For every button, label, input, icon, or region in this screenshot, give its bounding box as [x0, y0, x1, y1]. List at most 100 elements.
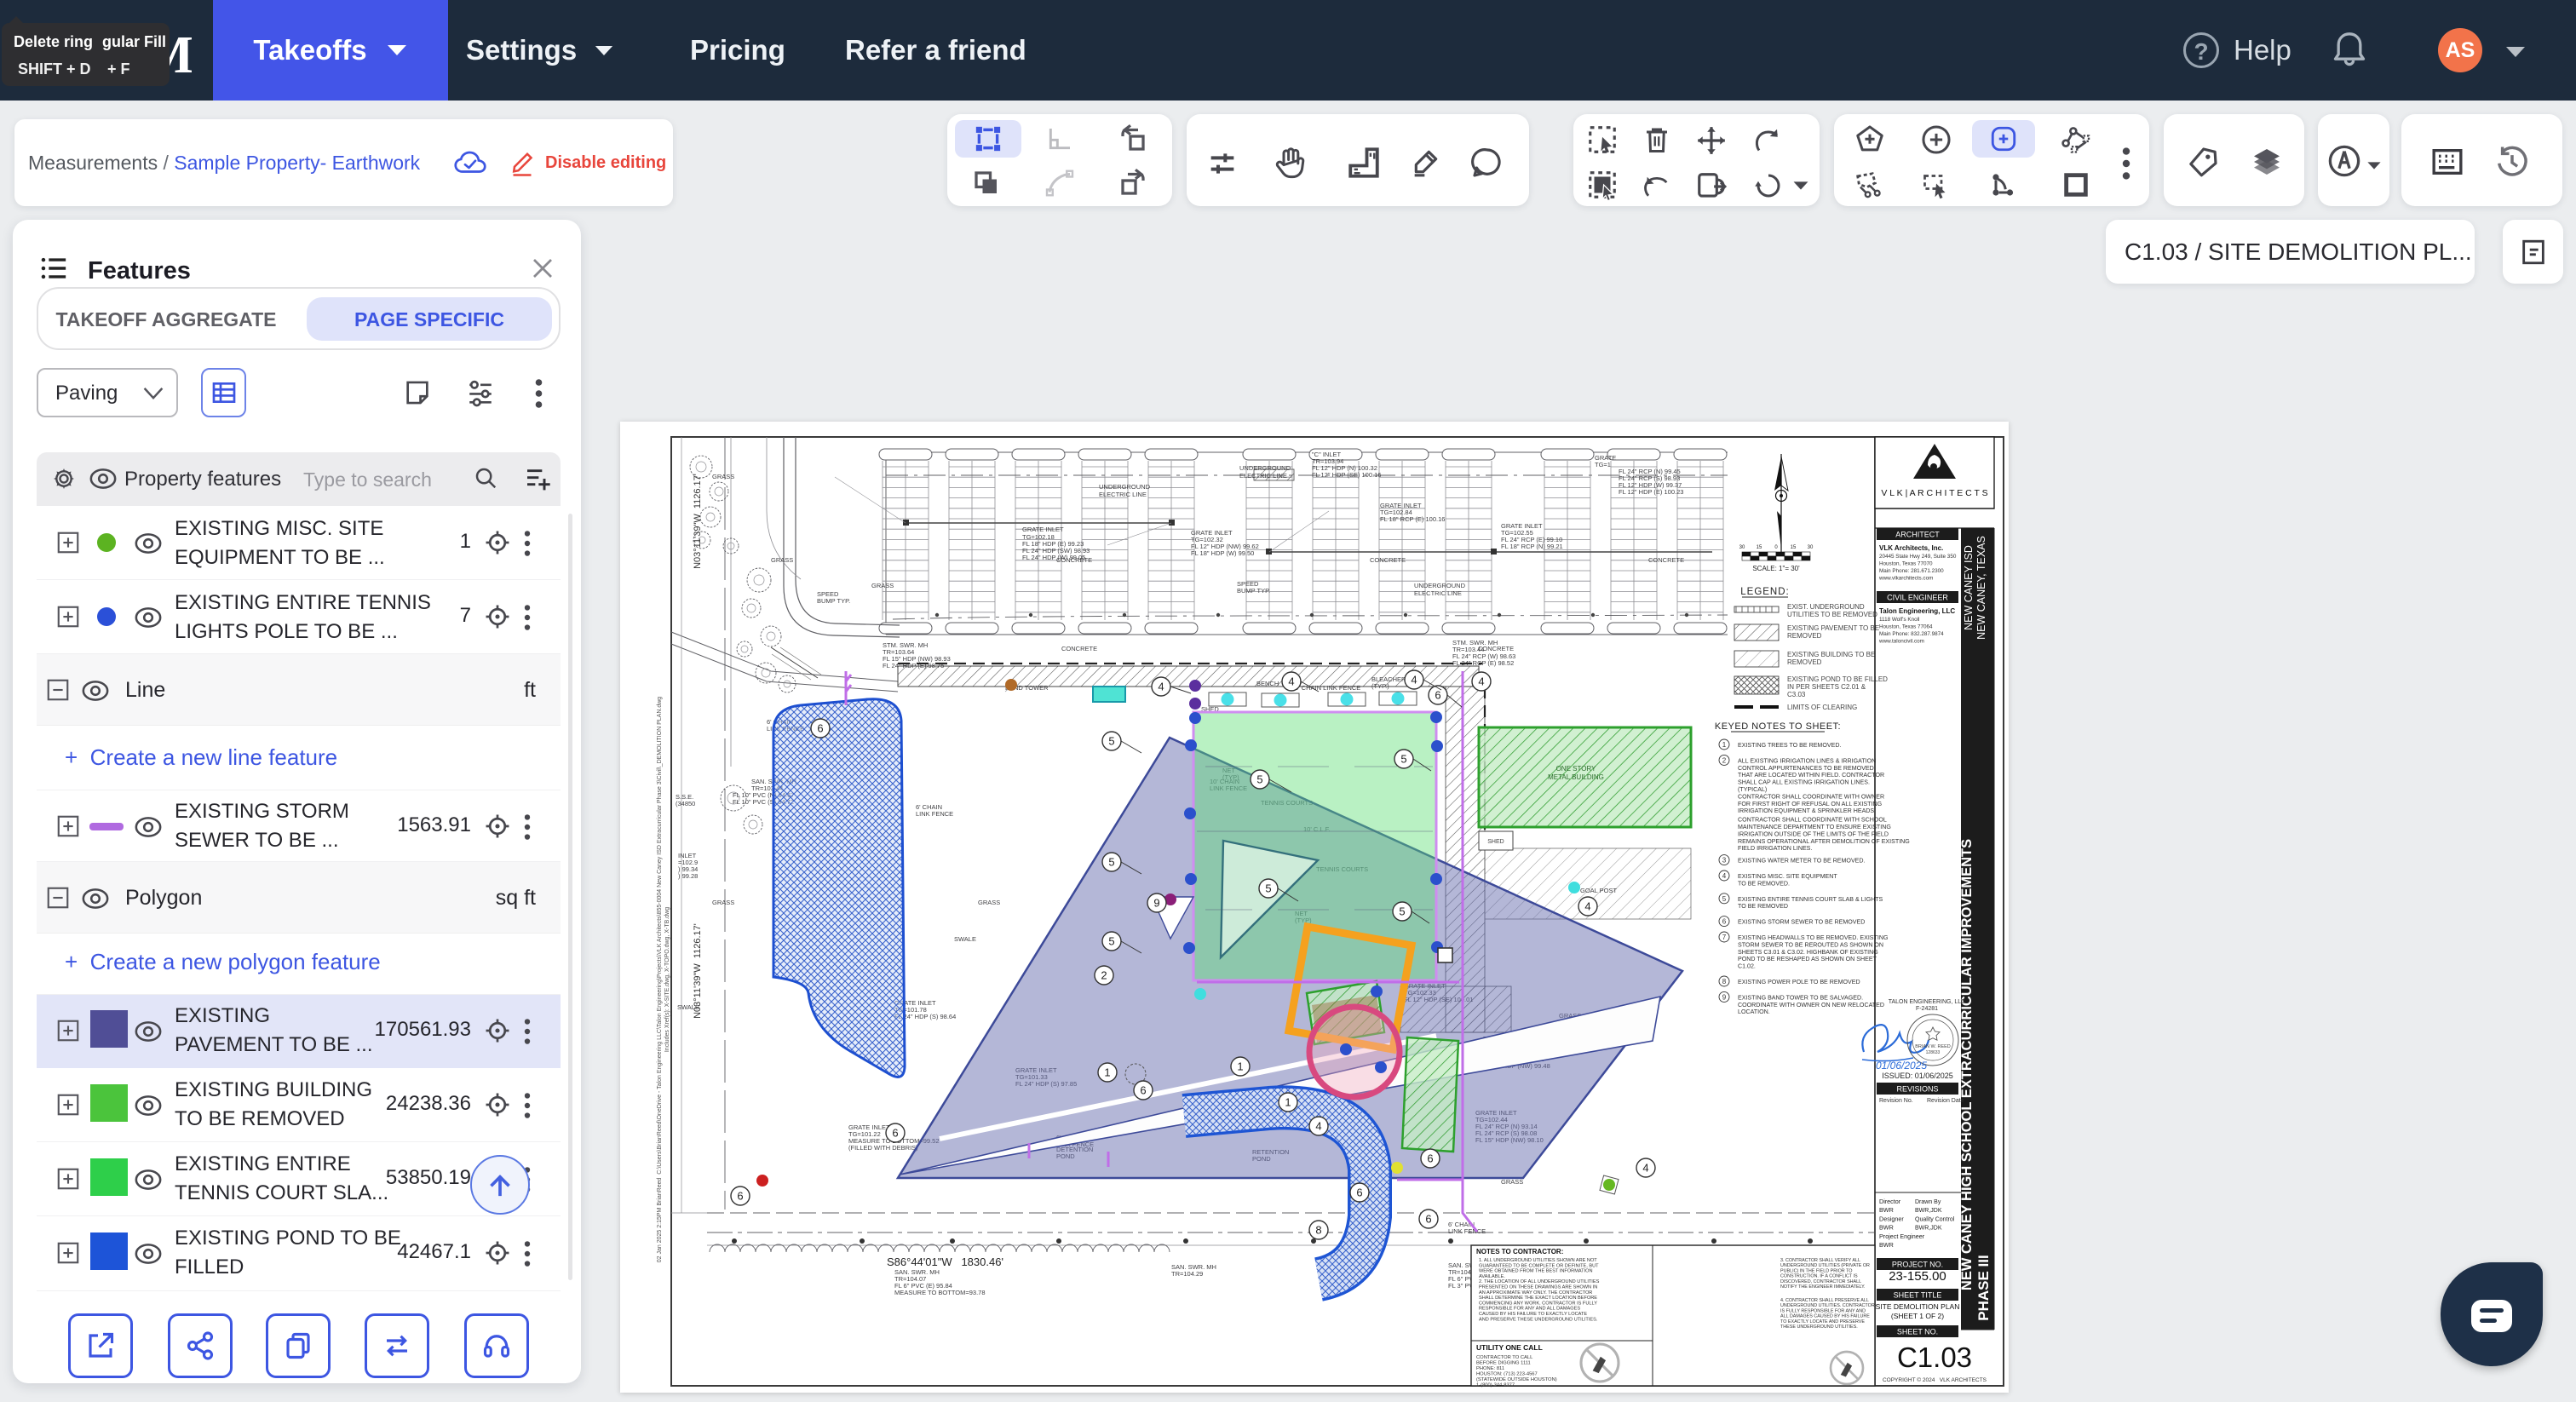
svg-text:AVAILABLE.: AVAILABLE. [1479, 1274, 1505, 1279]
svg-text:23-155.00: 23-155.00 [1889, 1269, 1946, 1284]
svg-text:CONCRETE: CONCRETE [1648, 556, 1684, 564]
svg-text:Director: Director [1879, 1198, 1901, 1205]
svg-text:3. CONTRACTOR SHALL VERIFY A: 3. CONTRACTOR SHALL VERIFY ALL [1780, 1258, 1860, 1263]
svg-text:GRASS: GRASS [771, 556, 793, 564]
svg-text:www.taloncivil.com: www.taloncivil.com [1878, 639, 1924, 645]
svg-text:IRRIGATION EQUIPMENT & SPRINKL: IRRIGATION EQUIPMENT & SPRINKLER HEADS. [1738, 807, 1876, 814]
svg-text:UTILITY ONE CALL: UTILITY ONE CALL [1476, 1343, 1543, 1352]
svg-text:BWR: BWR [1879, 1224, 1894, 1232]
svg-text:PUBLIC) IN THE FIELD PRIOR TO: PUBLIC) IN THE FIELD PRIOR TO [1780, 1268, 1852, 1273]
svg-text:5: 5 [1256, 773, 1262, 786]
svg-text:2: 2 [1101, 969, 1107, 982]
svg-text:ELECTRIC LINE: ELECTRIC LINE [1414, 589, 1462, 597]
svg-text:2. THE LOCATION OF ALL UNDER: 2. THE LOCATION OF ALL UNDERGROUND UTILI… [1479, 1279, 1600, 1284]
svg-text:FL 24" HDP (W) 99.05: FL 24" HDP (W) 99.05 [1022, 554, 1085, 561]
svg-text:SHALL DETERMINE THE EXACT LOCA: SHALL DETERMINE THE EXACT LOCATION BEFOR… [1479, 1296, 1597, 1301]
svg-text:6: 6 [1722, 918, 1727, 926]
svg-text:FL 18" RCP (N) 99.21: FL 18" RCP (N) 99.21 [1501, 543, 1563, 550]
svg-text:30: 30 [1808, 545, 1814, 550]
svg-text:5: 5 [1400, 753, 1406, 766]
svg-text:KEYED NOTES TO SHEET:: KEYED NOTES TO SHEET: [1715, 721, 1841, 732]
svg-text:4. CONTRACTOR SHALL PRESERVE: 4. CONTRACTOR SHALL PRESERVE ALL [1780, 1298, 1869, 1303]
svg-text:1: 1 [1722, 741, 1727, 749]
svg-text:EXISTING WATER METER TO BE REM: EXISTING WATER METER TO BE REMOVED. [1738, 858, 1866, 865]
svg-text:BWR,JDK: BWR,JDK [1915, 1208, 1942, 1214]
svg-text:6: 6 [817, 722, 823, 735]
svg-text:) 99.28: ) 99.28 [678, 872, 698, 880]
svg-text:METAL BUILDING: METAL BUILDING [1548, 773, 1604, 781]
svg-text:SHEET TITLE: SHEET TITLE [1894, 1291, 1942, 1300]
svg-text:Includes Xref(s): X-SITE.dwg,: Includes Xref(s): X-SITE.dwg, X-TOPO.dwg… [664, 907, 670, 1052]
svg-text:FIELD IRRIGATION LINES.: FIELD IRRIGATION LINES. [1738, 845, 1812, 852]
svg-text:EXISTING BAND TOWER TO BE SALV: EXISTING BAND TOWER TO BE SALVAGED. [1738, 994, 1863, 1001]
svg-text:REMOVED: REMOVED [1787, 632, 1822, 640]
svg-text:20445 State Hwy 249, Suite 350: 20445 State Hwy 249, Suite 350 [1879, 554, 1957, 560]
svg-text:1-(800)-344-8377: 1-(800)-344-8377 [1476, 1383, 1515, 1388]
svg-text:Revision No.: Revision No. [1879, 1098, 1913, 1104]
svg-text:NOTES TO CONTRACTOR:: NOTES TO CONTRACTOR: [1476, 1248, 1563, 1255]
svg-text:GRASS: GRASS [871, 582, 894, 589]
svg-text:Project Engineer: Project Engineer [1879, 1232, 1925, 1240]
svg-text:N03°11'39"W 1126.17': N03°11'39"W 1126.17' [693, 474, 703, 569]
svg-text:REMAINS OPERATIONAL AFTER DEMO: REMAINS OPERATIONAL AFTER DEMOLITION OF … [1738, 838, 1910, 845]
svg-text:5: 5 [1265, 882, 1271, 895]
svg-text:BUMP TYP.: BUMP TYP. [1237, 587, 1270, 595]
svg-text:4: 4 [1478, 675, 1484, 688]
svg-text:IS FULLY RESPONSIBLE FOR ANY A: IS FULLY RESPONSIBLE FOR ANY AND [1780, 1308, 1866, 1313]
svg-text:ALL DAMAGES CAUSED BY HIS FAIL: ALL DAMAGES CAUSED BY HIS FAILURE [1780, 1314, 1870, 1319]
svg-text:LINK FENCE: LINK FENCE [916, 810, 953, 818]
svg-text:COMMENCING ANY WORK. CONTRACTO: COMMENCING ANY WORK. CONTRACTOR IS FULLY [1479, 1301, 1597, 1306]
svg-text:EXISTING POWER POLE TO BE REMO: EXISTING POWER POLE TO BE REMOVED [1738, 979, 1860, 985]
svg-text:IRRIGATION OUTSIDE OF THE LIMI: IRRIGATION OUTSIDE OF THE LIMITS OF THE … [1738, 830, 1889, 837]
svg-text:TR=104.29: TR=104.29 [1171, 1270, 1203, 1278]
svg-text:BENCH: BENCH [1256, 680, 1279, 687]
svg-text:01/06/2025: 01/06/2025 [1876, 1060, 1927, 1072]
svg-text:BUMP TYP.: BUMP TYP. [817, 597, 850, 605]
svg-text:S86°44'01"W 1830.46': S86°44'01"W 1830.46' [887, 1255, 1003, 1268]
svg-text:Talon Engineering, LLC: Talon Engineering, LLC [1879, 607, 1955, 615]
svg-text:TO BE REMOVED.: TO BE REMOVED. [1738, 880, 1790, 887]
svg-text:GRATE INLET: GRATE INLET [1022, 526, 1064, 533]
svg-text:1: 1 [1285, 1096, 1291, 1109]
svg-text:1118 Wolf's Knoll: 1118 Wolf's Knoll [1879, 617, 1919, 623]
svg-text:UNDERGROUND: UNDERGROUND [1239, 464, 1291, 472]
svg-text:FL 18" HDP (W) 99.50: FL 18" HDP (W) 99.50 [1191, 549, 1254, 557]
svg-text:GRASS: GRASS [712, 899, 734, 906]
svg-text:LIMITS OF CLEARING: LIMITS OF CLEARING [1787, 704, 1857, 711]
svg-text:TALON ENGINEERING, LLC: TALON ENGINEERING, LLC [1889, 999, 1966, 1005]
svg-text:4: 4 [1722, 872, 1727, 880]
svg-text:SHEET NO.: SHEET NO. [1897, 1328, 1938, 1336]
svg-text:UNDERGROUND UTILITIES. CONTRAC: UNDERGROUND UTILITIES. CONTRACTOR [1780, 1303, 1875, 1308]
svg-text:HOUSTON: (713) 223-4567: HOUSTON: (713) 223-4567 [1476, 1372, 1538, 1377]
svg-text:V L K | A R C H I T E C T S: V L K | A R C H I T E C T S [1881, 488, 1987, 498]
svg-text:SHEETS C3.01 & C3.02. HIGHBANK: SHEETS C3.01 & C3.02. HIGHBANK OF EXISTI… [1738, 949, 1878, 956]
svg-text:Quality Control: Quality Control [1915, 1216, 1955, 1222]
svg-text:7: 7 [1722, 934, 1727, 941]
svg-text:CAUSED BY HIS FAILURE TO EXACT: CAUSED BY HIS FAILURE TO EXACTLY LOCATE [1479, 1312, 1587, 1317]
svg-text:FL 24" HDP (E) 98.75: FL 24" HDP (E) 98.75 [883, 662, 944, 669]
svg-text:C3.03: C3.03 [1787, 691, 1806, 698]
svg-text:NOTIFY THE ENGINEER IMMEDIATEL: NOTIFY THE ENGINEER IMMEDIATELY. [1780, 1284, 1866, 1290]
svg-text:Main Phone: 281.671.2300: Main Phone: 281.671.2300 [1879, 568, 1944, 574]
svg-text:SWALE: SWALE [954, 935, 976, 943]
svg-text:ELECTRIC LINE: ELECTRIC LINE [1099, 491, 1147, 498]
svg-text:Houston, Texas 77070: Houston, Texas 77070 [1879, 561, 1933, 567]
svg-text:BEFORE DIGGING 1111: BEFORE DIGGING 1111 [1476, 1361, 1531, 1366]
svg-text:EXISTING BUILDING TO BE: EXISTING BUILDING TO BE [1787, 651, 1875, 658]
svg-text:VLK Architects, Inc.: VLK Architects, Inc. [1879, 544, 1943, 552]
svg-text:TO BE REMOVED: TO BE REMOVED [1738, 903, 1788, 910]
svg-text:UNDERGROUND UTILITIES (PRIVATE: UNDERGROUND UTILITIES (PRIVATE OR [1780, 1263, 1870, 1268]
svg-text:UTILITIES TO BE REMOVED: UTILITIES TO BE REMOVED [1787, 611, 1877, 618]
svg-text:GUARANTEED TO BE COMPLETE OR D: GUARANTEED TO BE COMPLETE OR DEFINITE, B… [1479, 1263, 1599, 1268]
svg-text:F-24281: F-24281 [1916, 1006, 1938, 1012]
svg-text:IN PER SHEETS C2.01 &: IN PER SHEETS C2.01 & [1787, 683, 1866, 691]
svg-text:6: 6 [892, 1127, 898, 1140]
svg-text:Revision Date: Revision Date [1927, 1098, 1964, 1104]
svg-text:15: 15 [1791, 545, 1797, 550]
svg-text:TO EXACTLY LOCATE AND PRESERVE: TO EXACTLY LOCATE AND PRESERVE [1780, 1319, 1865, 1324]
svg-text:1: 1 [1237, 1060, 1243, 1073]
svg-text:4: 4 [1642, 1162, 1648, 1175]
svg-text:(SHEET 1 OF 2): (SHEET 1 OF 2) [1891, 1312, 1944, 1320]
svg-text:EXISTING PAVEMENT TO BE: EXISTING PAVEMENT TO BE [1787, 624, 1879, 632]
svg-text:ONE STORY: ONE STORY [1556, 765, 1596, 773]
